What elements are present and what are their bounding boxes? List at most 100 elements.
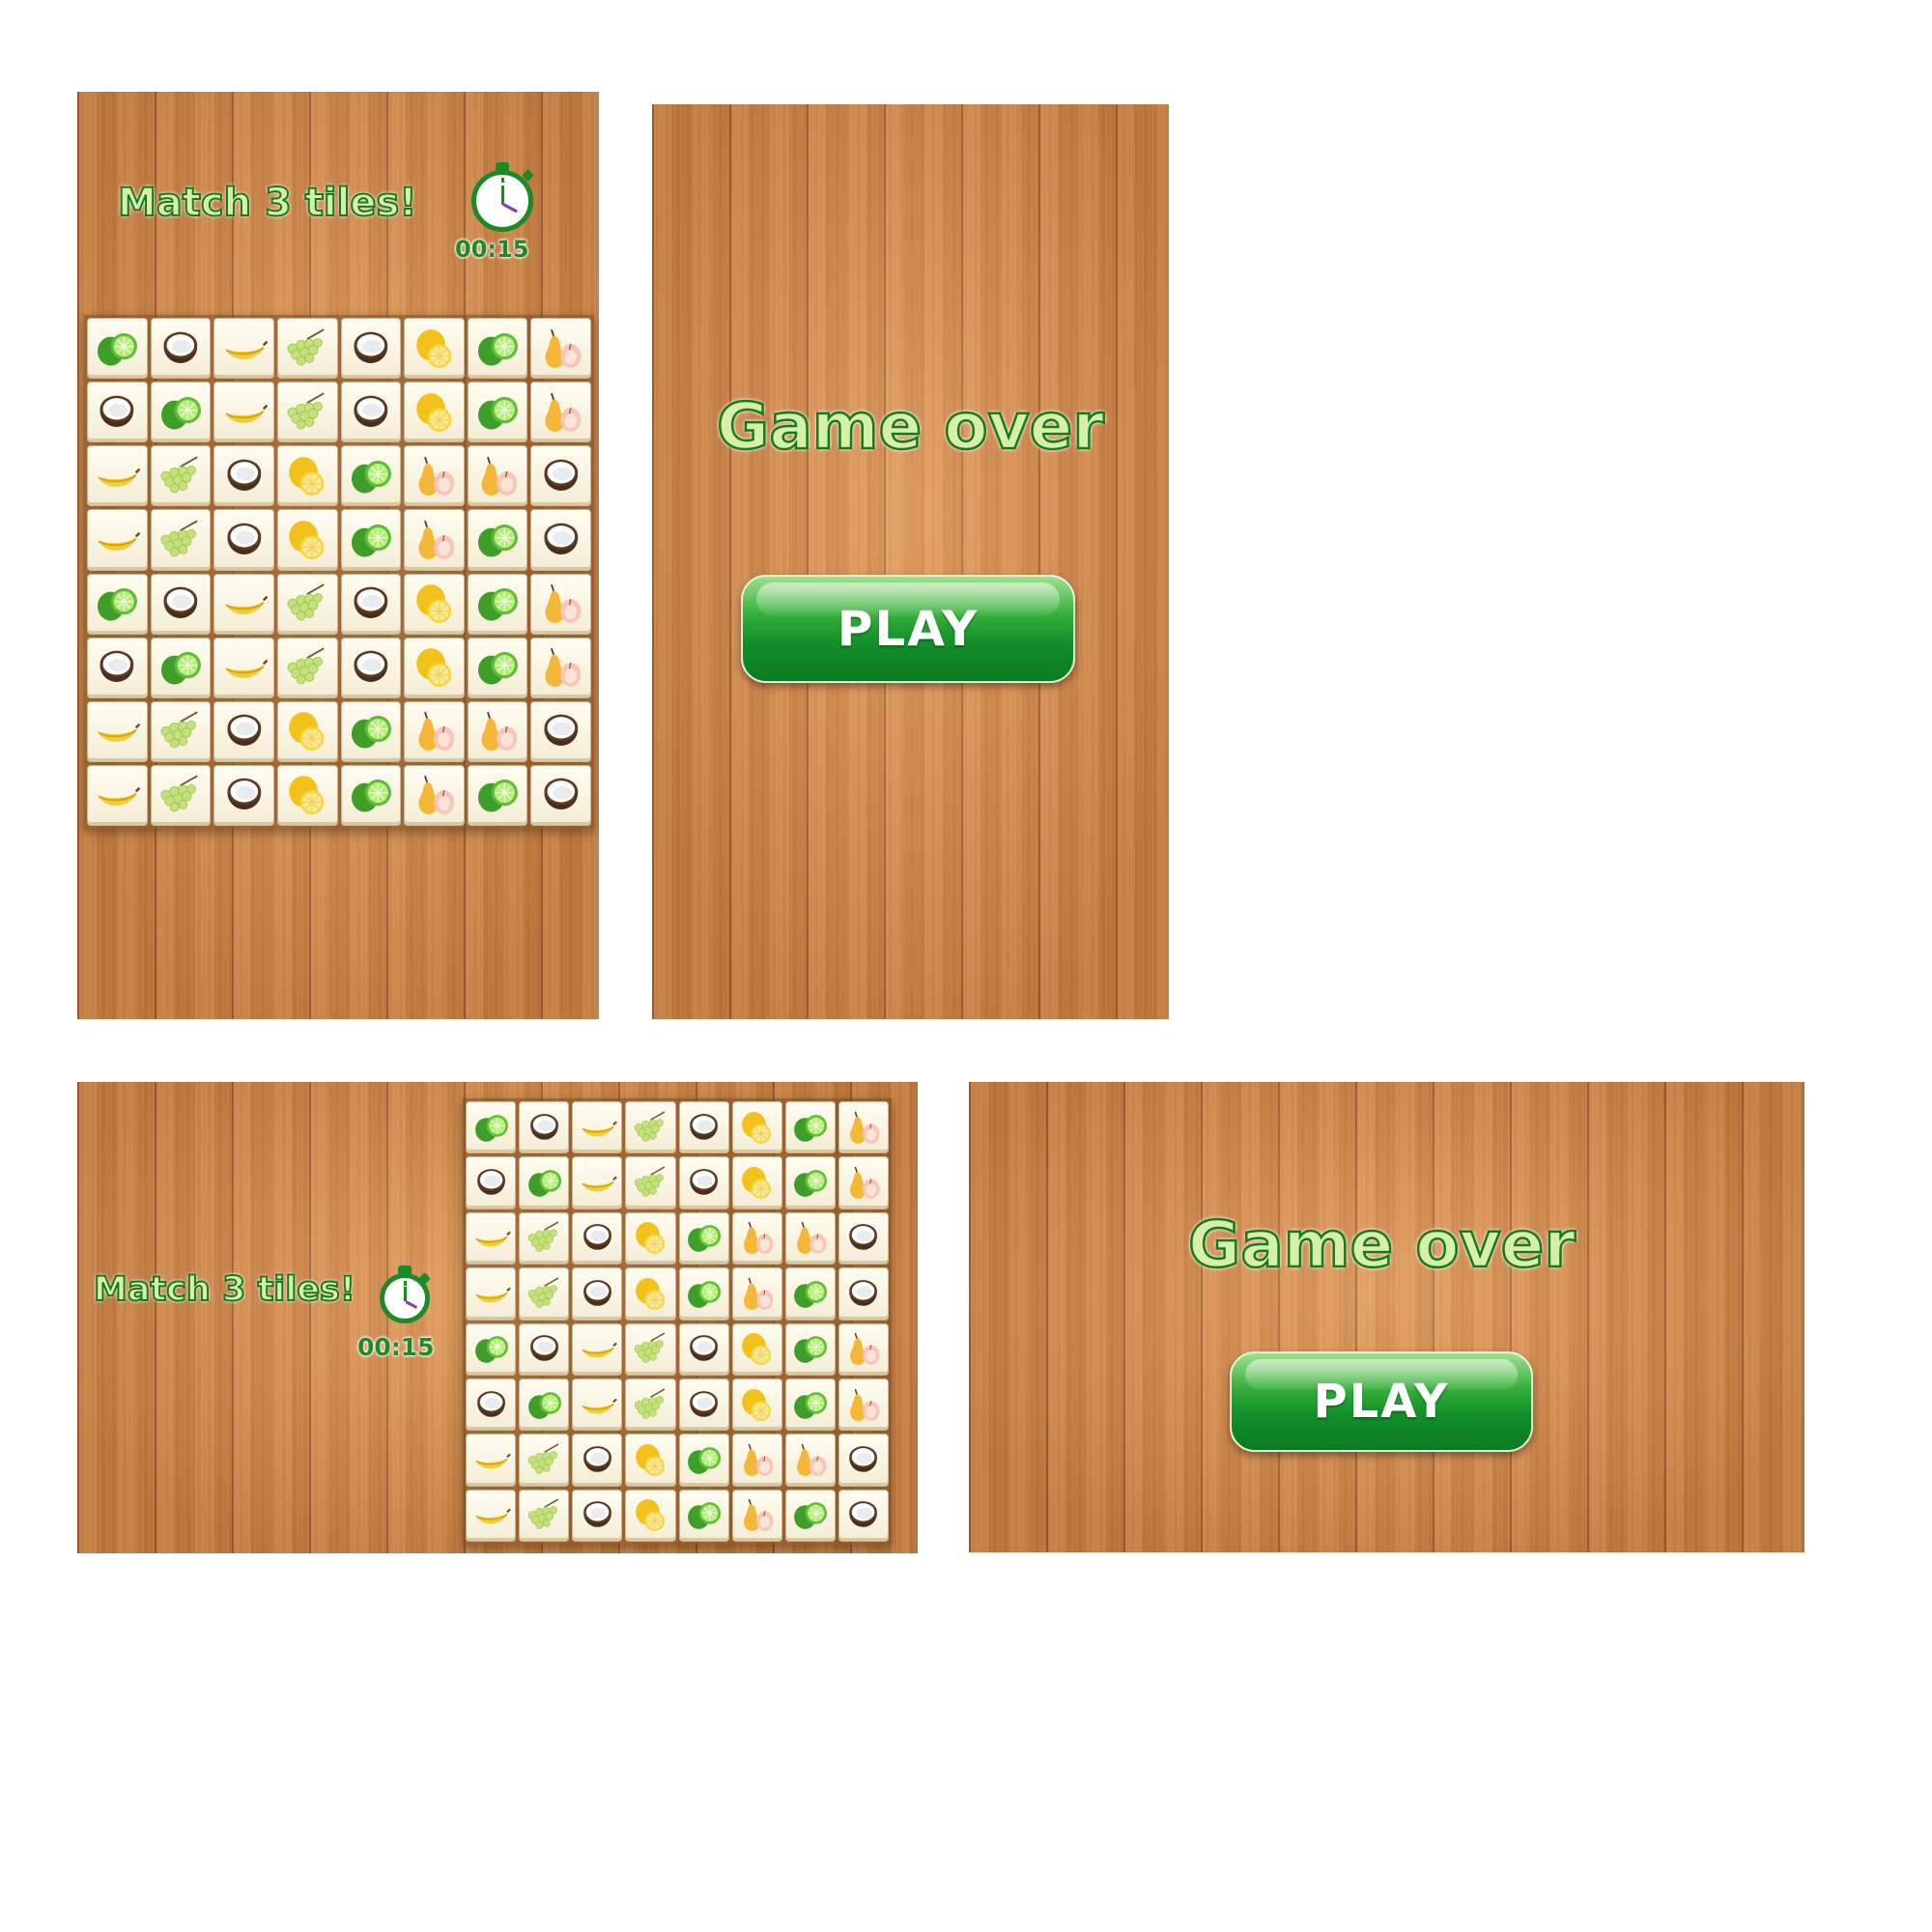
tile-coconut[interactable] — [838, 1434, 889, 1487]
tile-lemon[interactable] — [276, 509, 338, 571]
tile-coconut[interactable] — [466, 1156, 517, 1209]
tile-banana[interactable] — [466, 1434, 517, 1487]
tile-lime[interactable] — [340, 509, 402, 571]
tile-coconut[interactable] — [519, 1322, 570, 1376]
tile-grapes[interactable] — [519, 1211, 570, 1265]
tile-banana[interactable] — [213, 573, 274, 635]
tile-banana[interactable] — [572, 1156, 623, 1209]
tile-grapes[interactable] — [519, 1434, 570, 1487]
tile-coconut[interactable] — [678, 1378, 729, 1432]
tile-lime[interactable] — [784, 1322, 836, 1376]
tile-coconut[interactable] — [572, 1489, 623, 1542]
tile-lemon[interactable] — [731, 1322, 782, 1376]
tile-coconut[interactable] — [87, 637, 148, 698]
tile-pear[interactable] — [404, 764, 465, 826]
tile-coconut[interactable] — [150, 318, 212, 380]
tile-grapes[interactable] — [150, 764, 212, 826]
tile-banana[interactable] — [466, 1489, 517, 1542]
tile-coconut[interactable] — [530, 509, 591, 571]
tile-lime[interactable] — [678, 1489, 729, 1542]
tile-lime[interactable] — [467, 318, 528, 380]
tile-banana[interactable] — [466, 1267, 517, 1321]
tile-banana[interactable] — [87, 700, 148, 762]
tile-coconut[interactable] — [838, 1267, 889, 1321]
tile-grapes[interactable] — [276, 637, 338, 698]
tile-grapes[interactable] — [150, 445, 212, 507]
tile-pear[interactable] — [404, 509, 465, 571]
tile-grapes[interactable] — [625, 1156, 676, 1209]
tile-lime[interactable] — [87, 573, 148, 635]
tile-lemon[interactable] — [276, 445, 338, 507]
tile-grapes[interactable] — [519, 1267, 570, 1321]
tile-coconut[interactable] — [572, 1434, 623, 1487]
tile-lemon[interactable] — [625, 1211, 676, 1265]
tile-lime[interactable] — [784, 1156, 836, 1209]
tile-coconut[interactable] — [678, 1101, 729, 1154]
tile-pear[interactable] — [404, 445, 465, 507]
tile-pear[interactable] — [838, 1378, 889, 1432]
tile-coconut[interactable] — [838, 1211, 889, 1265]
tile-lemon[interactable] — [404, 318, 465, 380]
tile-coconut[interactable] — [340, 573, 402, 635]
tile-coconut[interactable] — [678, 1156, 729, 1209]
tile-lime[interactable] — [519, 1156, 570, 1209]
tile-grapes[interactable] — [276, 382, 338, 443]
tile-lime[interactable] — [150, 637, 212, 698]
tile-lime[interactable] — [784, 1378, 836, 1432]
tile-coconut[interactable] — [340, 637, 402, 698]
tile-banana[interactable] — [213, 382, 274, 443]
tile-pear[interactable] — [530, 573, 591, 635]
tile-lemon[interactable] — [625, 1434, 676, 1487]
tile-pear[interactable] — [731, 1489, 782, 1542]
tile-coconut[interactable] — [530, 764, 591, 826]
tile-banana[interactable] — [87, 509, 148, 571]
tile-coconut[interactable] — [213, 445, 274, 507]
tile-banana[interactable] — [87, 445, 148, 507]
tile-grapes[interactable] — [276, 318, 338, 380]
tile-lime[interactable] — [784, 1267, 836, 1321]
tile-pear[interactable] — [731, 1434, 782, 1487]
tile-lime[interactable] — [340, 445, 402, 507]
tile-grapes[interactable] — [276, 573, 338, 635]
tile-pear[interactable] — [467, 700, 528, 762]
tile-grapes[interactable] — [150, 700, 212, 762]
tile-coconut[interactable] — [466, 1378, 517, 1432]
tile-coconut[interactable] — [572, 1211, 623, 1265]
tile-lime[interactable] — [784, 1101, 836, 1154]
tile-pear[interactable] — [530, 637, 591, 698]
tile-pear[interactable] — [731, 1211, 782, 1265]
tile-pear[interactable] — [530, 382, 591, 443]
tile-lime[interactable] — [784, 1489, 836, 1542]
tile-lemon[interactable] — [731, 1156, 782, 1209]
tile-pear[interactable] — [530, 318, 591, 380]
tile-lemon[interactable] — [276, 700, 338, 762]
tile-coconut[interactable] — [213, 509, 274, 571]
tile-coconut[interactable] — [150, 573, 212, 635]
tile-lemon[interactable] — [276, 764, 338, 826]
tile-grapes[interactable] — [625, 1101, 676, 1154]
tile-coconut[interactable] — [519, 1101, 570, 1154]
tile-lemon[interactable] — [404, 573, 465, 635]
tile-lemon[interactable] — [731, 1378, 782, 1432]
tile-lime[interactable] — [466, 1101, 517, 1154]
tile-grapes[interactable] — [150, 509, 212, 571]
tile-lime[interactable] — [150, 382, 212, 443]
tile-coconut[interactable] — [838, 1489, 889, 1542]
tile-lime[interactable] — [467, 509, 528, 571]
tile-lime[interactable] — [340, 700, 402, 762]
tile-coconut[interactable] — [213, 764, 274, 826]
tile-lime[interactable] — [466, 1322, 517, 1376]
tile-banana[interactable] — [213, 318, 274, 380]
tile-pear[interactable] — [731, 1267, 782, 1321]
tile-lime[interactable] — [678, 1211, 729, 1265]
tile-coconut[interactable] — [213, 700, 274, 762]
tile-lime[interactable] — [467, 764, 528, 826]
tile-coconut[interactable] — [572, 1267, 623, 1321]
tile-banana[interactable] — [87, 764, 148, 826]
tile-banana[interactable] — [572, 1101, 623, 1154]
tile-lemon[interactable] — [404, 637, 465, 698]
tile-pear[interactable] — [784, 1434, 836, 1487]
tile-banana[interactable] — [572, 1322, 623, 1376]
tile-lime[interactable] — [467, 382, 528, 443]
tile-grapes[interactable] — [625, 1322, 676, 1376]
